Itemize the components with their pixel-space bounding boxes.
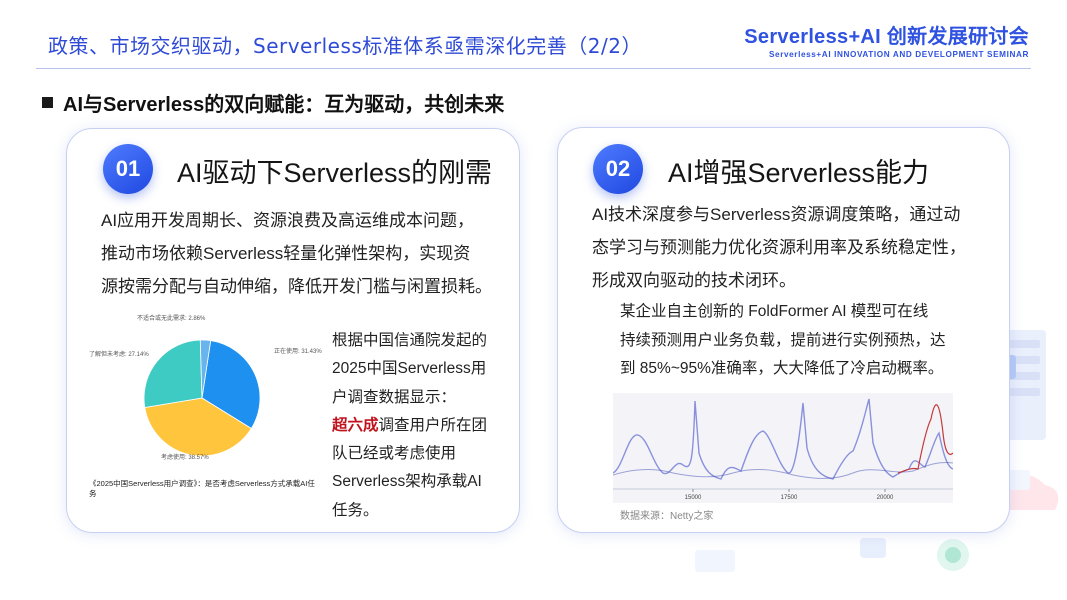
pie-label: 了解但未考虑: 27.14% [89, 352, 149, 358]
desc-line: AI应用开发周期长、资源浪费及高运维成本问题， [101, 211, 475, 230]
chart-tick-label: 15000 [685, 495, 702, 501]
desc-line: 推动市场依赖Serverless轻量化弹性架构，实现资 [101, 244, 471, 263]
desc-line: AI技术深度参与Serverless资源调度策略，通过动 [592, 205, 961, 224]
number-badge-02: 02 [593, 144, 643, 194]
chart-tick-label: 17500 [781, 495, 798, 501]
section-title: AI与Serverless的双向赋能：互为驱动，共创未来 [63, 94, 505, 116]
brand-name: Serverless+AI 创新发展研讨会 [744, 26, 1029, 48]
number-badge-01: 01 [103, 144, 153, 194]
card-description: AI应用开发周期长、资源浪费及高运维成本问题， 推动市场依赖Serverless… [101, 204, 511, 303]
survey-text: 根据中国信通院发起的 2025中国Serverless用 户调查数据显示： 超六… [332, 327, 507, 525]
example-line: 持续预测用户业务负载，提前进行实例预热，达 [620, 331, 946, 349]
example-line: 某企业自主创新的 FoldFormer AI 模型可在线 [620, 303, 929, 320]
survey-line: 超六成调查用户所在团 [332, 412, 507, 440]
section-heading: AI与Serverless的双向赋能：互为驱动，共创未来 [42, 88, 504, 117]
square-bullet-icon [42, 97, 53, 108]
survey-line: Serverless架构承载AI [332, 473, 482, 491]
survey-line: 任务。 [332, 501, 379, 519]
load-prediction-chart-svg: 15000 17500 20000 [612, 398, 954, 501]
brand-logo: Serverless+AI 创新发展研讨会 Serverless+AI INNO… [744, 20, 1029, 59]
desc-line: 形成双向驱动的技术闭环。 [592, 271, 796, 290]
example-line: 到 85%~95%准确率，大大降低了冷启动概率。 [620, 360, 944, 377]
slide: 政策、市场交织驱动，Serverless标准体系亟需深化完善（2/2） Serv… [0, 0, 1067, 600]
pie-label: 考虑使用: 38.57% [161, 455, 209, 461]
example-text: 某企业自主创新的 FoldFormer AI 模型可在线 持续预测用户业务负载，… [620, 298, 965, 384]
survey-line-rest: 调查用户所在团 [378, 416, 488, 434]
pie-label: 正在使用: 31.43% [274, 349, 322, 355]
brand-subtitle: Serverless+AI INNOVATION AND DEVELOPMENT… [769, 50, 1029, 59]
card-ai-drives-serverless: 01 AI驱动下Serverless的刚需 AI应用开发周期长、资源浪费及高运维… [66, 128, 520, 533]
survey-line: 户调查数据显示： [332, 388, 457, 406]
load-prediction-chart: 15000 17500 20000 [612, 393, 954, 503]
header-divider [36, 68, 1031, 69]
desc-line: 态学习与预测能力优化资源利用率及系统稳定性， [592, 238, 966, 257]
desc-line: 源按需分配与自动伸缩，降低开发门槛与闲置损耗。 [101, 277, 492, 296]
survey-highlight: 超六成 [332, 416, 379, 434]
card-title: AI驱动下Serverless的刚需 [177, 158, 493, 188]
card-description: AI技术深度参与Serverless资源调度策略，通过动 态学习与预测能力优化资… [592, 198, 1002, 297]
survey-line: 2025中国Serverless用 [332, 360, 487, 378]
pie-caption: 《2025中国Serverless用户调查》：是否考虑Serverless方式承… [89, 479, 315, 498]
pie-label: 不适合或无此需求: 2.86% [137, 316, 206, 322]
page-title: 政策、市场交织驱动，Serverless标准体系亟需深化完善（2/2） [48, 34, 642, 58]
card-title: AI增强Serverless能力 [668, 158, 930, 188]
survey-line: 队已经或考虑使用 [332, 445, 457, 463]
chart-source: 数据来源：Netty之家 [620, 511, 714, 522]
card-ai-enhances-serverless: 02 AI增强Serverless能力 AI技术深度参与Serverless资源… [557, 127, 1010, 533]
survey-line: 根据中国信通院发起的 [332, 332, 488, 349]
pie-slice [143, 339, 203, 408]
chart-tick-label: 20000 [877, 495, 894, 501]
